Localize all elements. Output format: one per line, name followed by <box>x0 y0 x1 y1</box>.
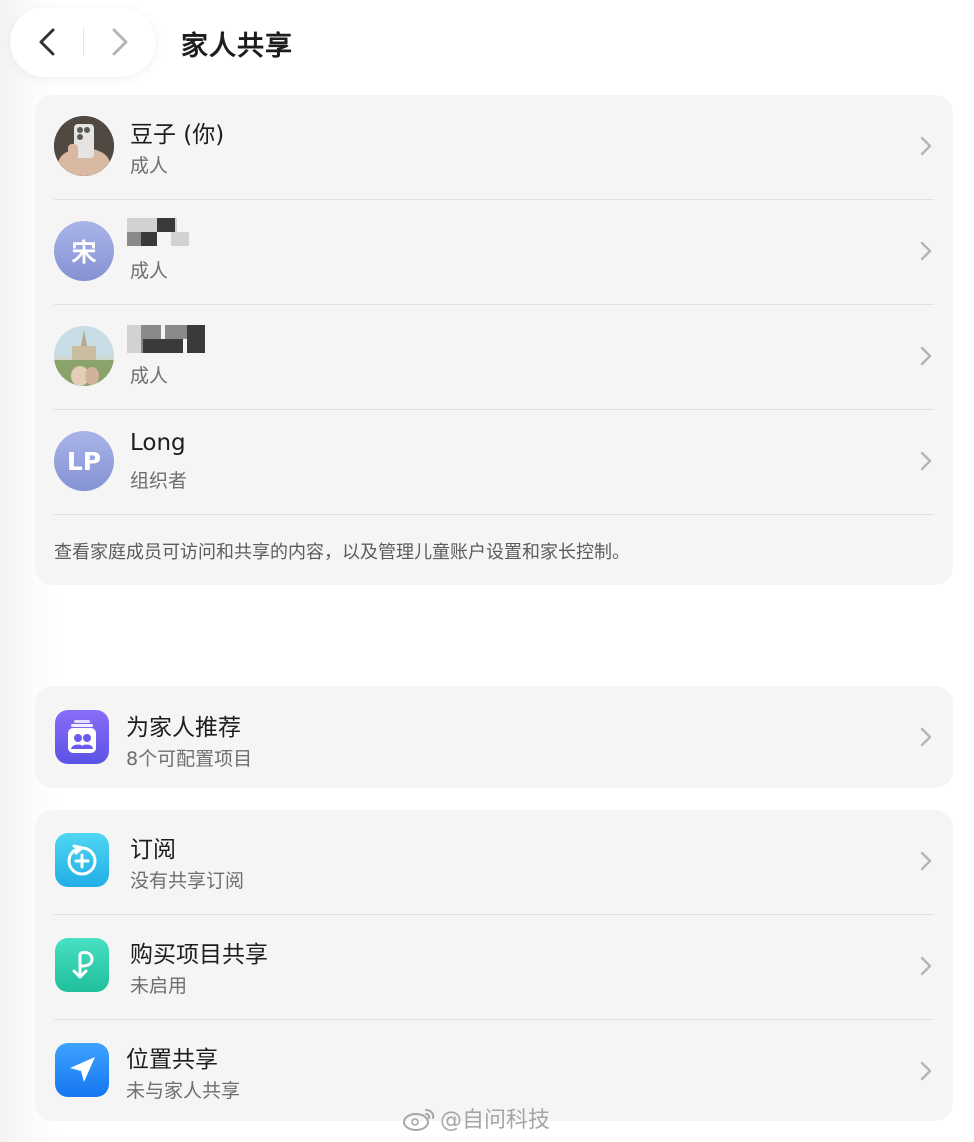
sharing-services-card: 订阅 没有共享订阅 购买项目共享 未启用 位置共享 未与家人共享 <box>35 810 953 1121</box>
chevron-right-icon <box>112 28 127 56</box>
chevron-right-icon <box>920 851 932 871</box>
chevron-left-icon <box>39 28 54 56</box>
service-subtitle: 未启用 <box>130 975 188 997</box>
location-arrow-icon <box>55 1043 109 1097</box>
family-members-card: 豆子 (你) 成人 宋 成人 成人 LP Long 组织者 查看家庭成员可访问和… <box>35 95 953 585</box>
member-role: 成人 <box>130 260 169 282</box>
member-row-third[interactable]: 成人 <box>35 305 953 410</box>
service-title: 购买项目共享 <box>130 942 268 968</box>
member-row-long[interactable]: LP Long 组织者 <box>35 410 953 515</box>
recommend-title: 为家人推荐 <box>126 715 241 741</box>
chevron-right-icon <box>920 136 932 156</box>
service-subtitle: 未与家人共享 <box>126 1080 241 1102</box>
navigation-pill <box>10 7 156 77</box>
purchase-sharing-row[interactable]: 购买项目共享 未启用 <box>35 915 953 1020</box>
watermark: @自问科技 <box>402 1102 550 1134</box>
service-title: 位置共享 <box>126 1047 218 1073</box>
member-role: 成人 <box>130 155 169 177</box>
avatar-initials: 宋 <box>54 221 114 281</box>
avatar-initials: LP <box>54 431 114 491</box>
purchase-sharing-icon <box>55 938 109 992</box>
watermark-text: @自问科技 <box>440 1108 551 1133</box>
chevron-right-icon <box>920 1061 932 1081</box>
service-subtitle: 没有共享订阅 <box>130 870 245 892</box>
members-footer-note: 查看家庭成员可访问和共享的内容，以及管理儿童账户设置和家长控制。 <box>54 542 630 563</box>
subscription-plus-icon <box>55 833 109 887</box>
member-role: 成人 <box>130 365 169 387</box>
service-title: 订阅 <box>130 837 176 863</box>
chevron-right-icon <box>920 451 932 471</box>
family-sharing-page: 家人共享 豆子 (你) 成人 宋 成人 成人 LP Long 组织者 查看家庭成… <box>0 0 974 1142</box>
recommend-row[interactable]: 为家人推荐 8个可配置项目 <box>35 686 953 788</box>
forward-button[interactable] <box>83 7 156 77</box>
member-row-doudou[interactable]: 豆子 (你) 成人 <box>35 95 953 200</box>
subscriptions-row[interactable]: 订阅 没有共享订阅 <box>35 810 953 915</box>
page-title: 家人共享 <box>181 31 293 62</box>
back-button[interactable] <box>10 7 83 77</box>
avatar-photo <box>54 326 114 386</box>
chevron-right-icon <box>920 241 932 261</box>
recommend-subtitle: 8个可配置项目 <box>126 748 253 770</box>
chevron-right-icon <box>920 727 932 747</box>
row-separator <box>54 514 934 515</box>
weibo-logo-icon <box>403 1109 435 1131</box>
avatar-photo <box>54 116 114 176</box>
chevron-right-icon <box>920 956 932 976</box>
recommend-card: 为家人推荐 8个可配置项目 <box>35 686 953 788</box>
member-name: 豆子 (你) <box>130 122 225 148</box>
family-checklist-icon <box>55 710 109 764</box>
member-role: 组织者 <box>130 470 188 492</box>
chevron-right-icon <box>920 346 932 366</box>
member-row-song[interactable]: 宋 成人 <box>35 200 953 305</box>
member-name: Long <box>130 430 186 456</box>
